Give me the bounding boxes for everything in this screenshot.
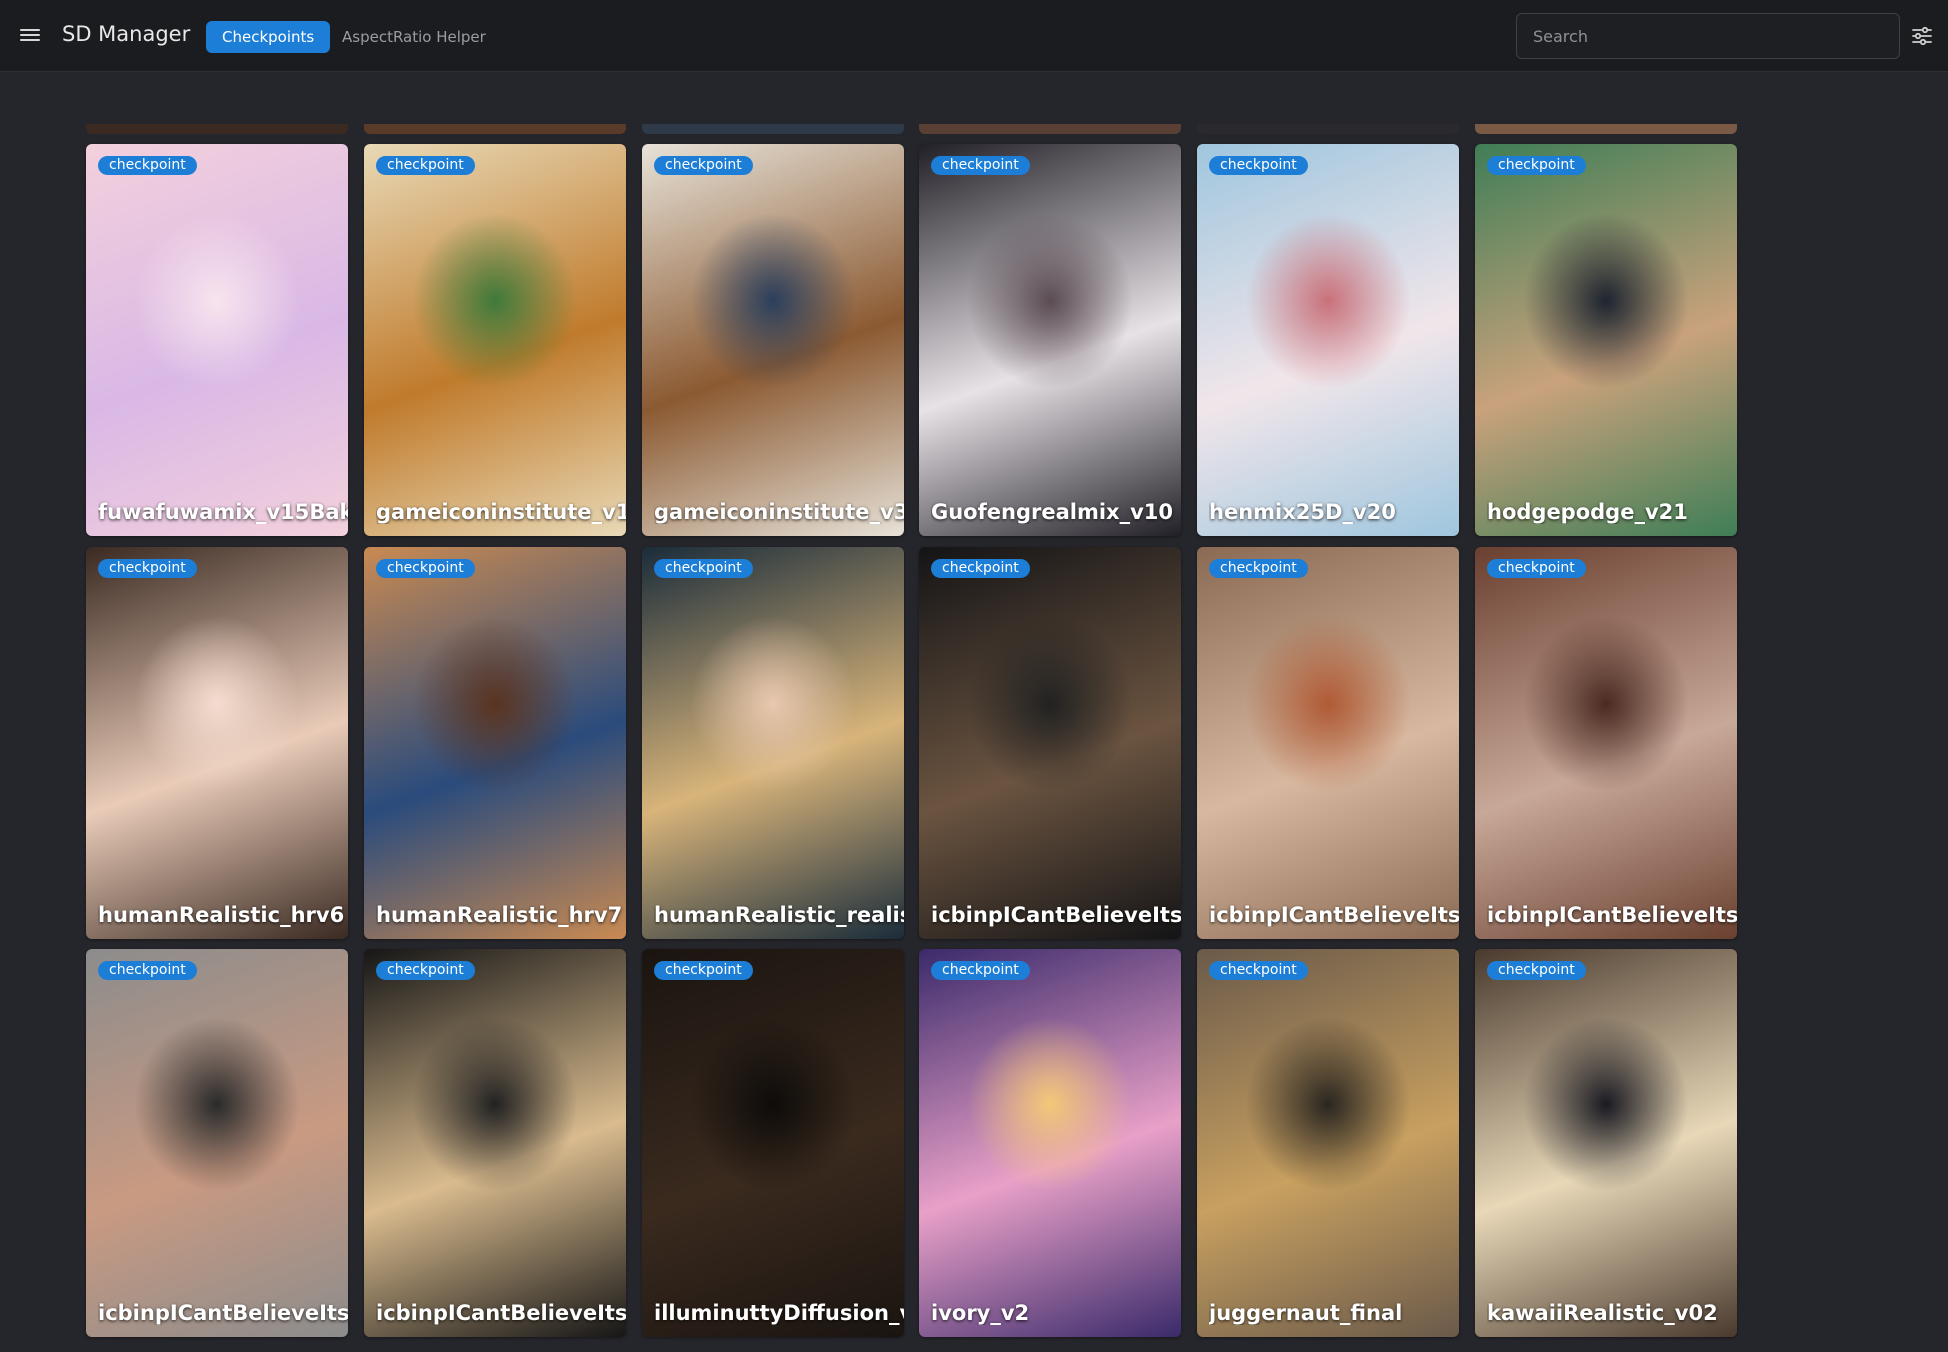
card-partial[interactable] [642, 124, 904, 134]
checkpoint-badge: checkpoint [1209, 961, 1308, 980]
checkpoint-badge: checkpoint [1487, 156, 1586, 175]
card-image [919, 949, 1181, 1337]
checkpoint-badge: checkpoint [931, 961, 1030, 980]
card-title: icbinpICantBelieveIts_seco [376, 1301, 626, 1325]
card-image [642, 547, 904, 939]
checkpoint-card[interactable]: checkpoint kawaiiRealistic_v02 [1475, 949, 1737, 1337]
card-title: humanRealistic_realistic [654, 903, 904, 927]
card-partial[interactable] [1197, 124, 1459, 134]
card-partial[interactable] [364, 124, 626, 134]
card-title: fuwafuwamix_v15Baked [98, 500, 348, 524]
card-title: humanRealistic_hrv6 [98, 903, 345, 927]
card-image [86, 144, 348, 536]
card-title: juggernaut_final [1209, 1301, 1403, 1325]
card-title: hodgepodge_v21 [1487, 500, 1688, 524]
card-title: icbinpICantBelieveIts_final [1209, 903, 1459, 927]
checkpoint-badge: checkpoint [98, 961, 197, 980]
card-title: gameiconinstitute_v10 [376, 500, 626, 524]
checkpoint-badge: checkpoint [931, 156, 1030, 175]
checkpoint-card[interactable]: checkpoint icbinpICantBelieveIts_final [1475, 547, 1737, 939]
checkpoint-card[interactable]: checkpoint fuwafuwamix_v15Baked [86, 144, 348, 536]
checkpoint-badge: checkpoint [98, 156, 197, 175]
card-image [919, 547, 1181, 939]
checkpoint-card[interactable]: checkpoint icbinpICantBelieveIts_final [1197, 547, 1459, 939]
checkpoint-badge: checkpoint [376, 961, 475, 980]
checkpoint-card[interactable]: checkpoint illuminuttyDiffusion_v111 [642, 949, 904, 1337]
card-image [1475, 547, 1737, 939]
card-image [919, 144, 1181, 536]
checkpoint-card[interactable]: checkpoint humanRealistic_hrv6 [86, 547, 348, 939]
card-title: icbinpICantBelieveIts_afterburn [931, 903, 1181, 927]
checkpoint-badge: checkpoint [1487, 961, 1586, 980]
checkpoint-card[interactable]: checkpoint icbinpICantBelieveIts_afterbu… [919, 547, 1181, 939]
card-image [364, 949, 626, 1337]
checkpoint-badge: checkpoint [1209, 156, 1308, 175]
checkpoint-card[interactable]: checkpoint juggernaut_final [1197, 949, 1459, 1337]
card-image [364, 144, 626, 536]
checkpoint-badge: checkpoint [654, 559, 753, 578]
checkpoint-badge: checkpoint [376, 559, 475, 578]
card-title: illuminuttyDiffusion_v111 [654, 1301, 904, 1325]
checkpoint-card[interactable]: checkpoint humanRealistic_realistic [642, 547, 904, 939]
card-title: icbinpICantBelieveIts_final [1487, 903, 1737, 927]
card-title: humanRealistic_hrv7 [376, 903, 623, 927]
checkpoint-badge: checkpoint [654, 156, 753, 175]
checkpoint-card[interactable]: checkpoint Guofengrealmix_v10 [919, 144, 1181, 536]
checkpoint-badge: checkpoint [1487, 559, 1586, 578]
card-image [1197, 949, 1459, 1337]
filter-settings-icon[interactable] [1910, 24, 1934, 48]
card-image [86, 547, 348, 939]
checkpoint-badge: checkpoint [654, 961, 753, 980]
checkpoint-badge: checkpoint [931, 559, 1030, 578]
card-partial[interactable] [1475, 124, 1737, 134]
checkpoint-card[interactable]: checkpoint gameiconinstitute_v30 [642, 144, 904, 536]
checkpoint-badge: checkpoint [1209, 559, 1308, 578]
card-image [642, 144, 904, 536]
card-image [364, 547, 626, 939]
card-title: icbinpICantBelieveIts_seco [98, 1301, 348, 1325]
card-partial[interactable] [919, 124, 1181, 134]
card-image [642, 949, 904, 1337]
checkpoint-badge: checkpoint [376, 156, 475, 175]
card-image [1197, 144, 1459, 536]
card-image [1475, 949, 1737, 1337]
checkpoint-card[interactable]: checkpoint humanRealistic_hrv7 [364, 547, 626, 939]
checkpoint-card[interactable]: checkpoint ivory_v2 [919, 949, 1181, 1337]
card-image [1197, 547, 1459, 939]
checkpoint-card[interactable]: checkpoint henmix25D_v20 [1197, 144, 1459, 536]
card-image [1475, 144, 1737, 536]
checkpoint-card[interactable]: checkpoint icbinpICantBelieveIts_seco [86, 949, 348, 1337]
card-image [86, 949, 348, 1337]
hamburger-menu-icon[interactable] [20, 26, 40, 46]
card-title: Guofengrealmix_v10 [931, 500, 1173, 524]
checkpoint-badge: checkpoint [98, 559, 197, 578]
checkpoint-card[interactable]: checkpoint hodgepodge_v21 [1475, 144, 1737, 536]
card-title: henmix25D_v20 [1209, 500, 1396, 524]
card-title: ivory_v2 [931, 1301, 1030, 1325]
checkpoint-grid: checkpoint fuwafuwamix_v15Baked checkpoi… [86, 0, 1737, 1352]
card-title: kawaiiRealistic_v02 [1487, 1301, 1718, 1325]
checkpoint-card[interactable]: checkpoint gameiconinstitute_v10 [364, 144, 626, 536]
card-title: gameiconinstitute_v30 [654, 500, 904, 524]
card-partial[interactable] [86, 124, 348, 134]
checkpoint-card[interactable]: checkpoint icbinpICantBelieveIts_seco [364, 949, 626, 1337]
